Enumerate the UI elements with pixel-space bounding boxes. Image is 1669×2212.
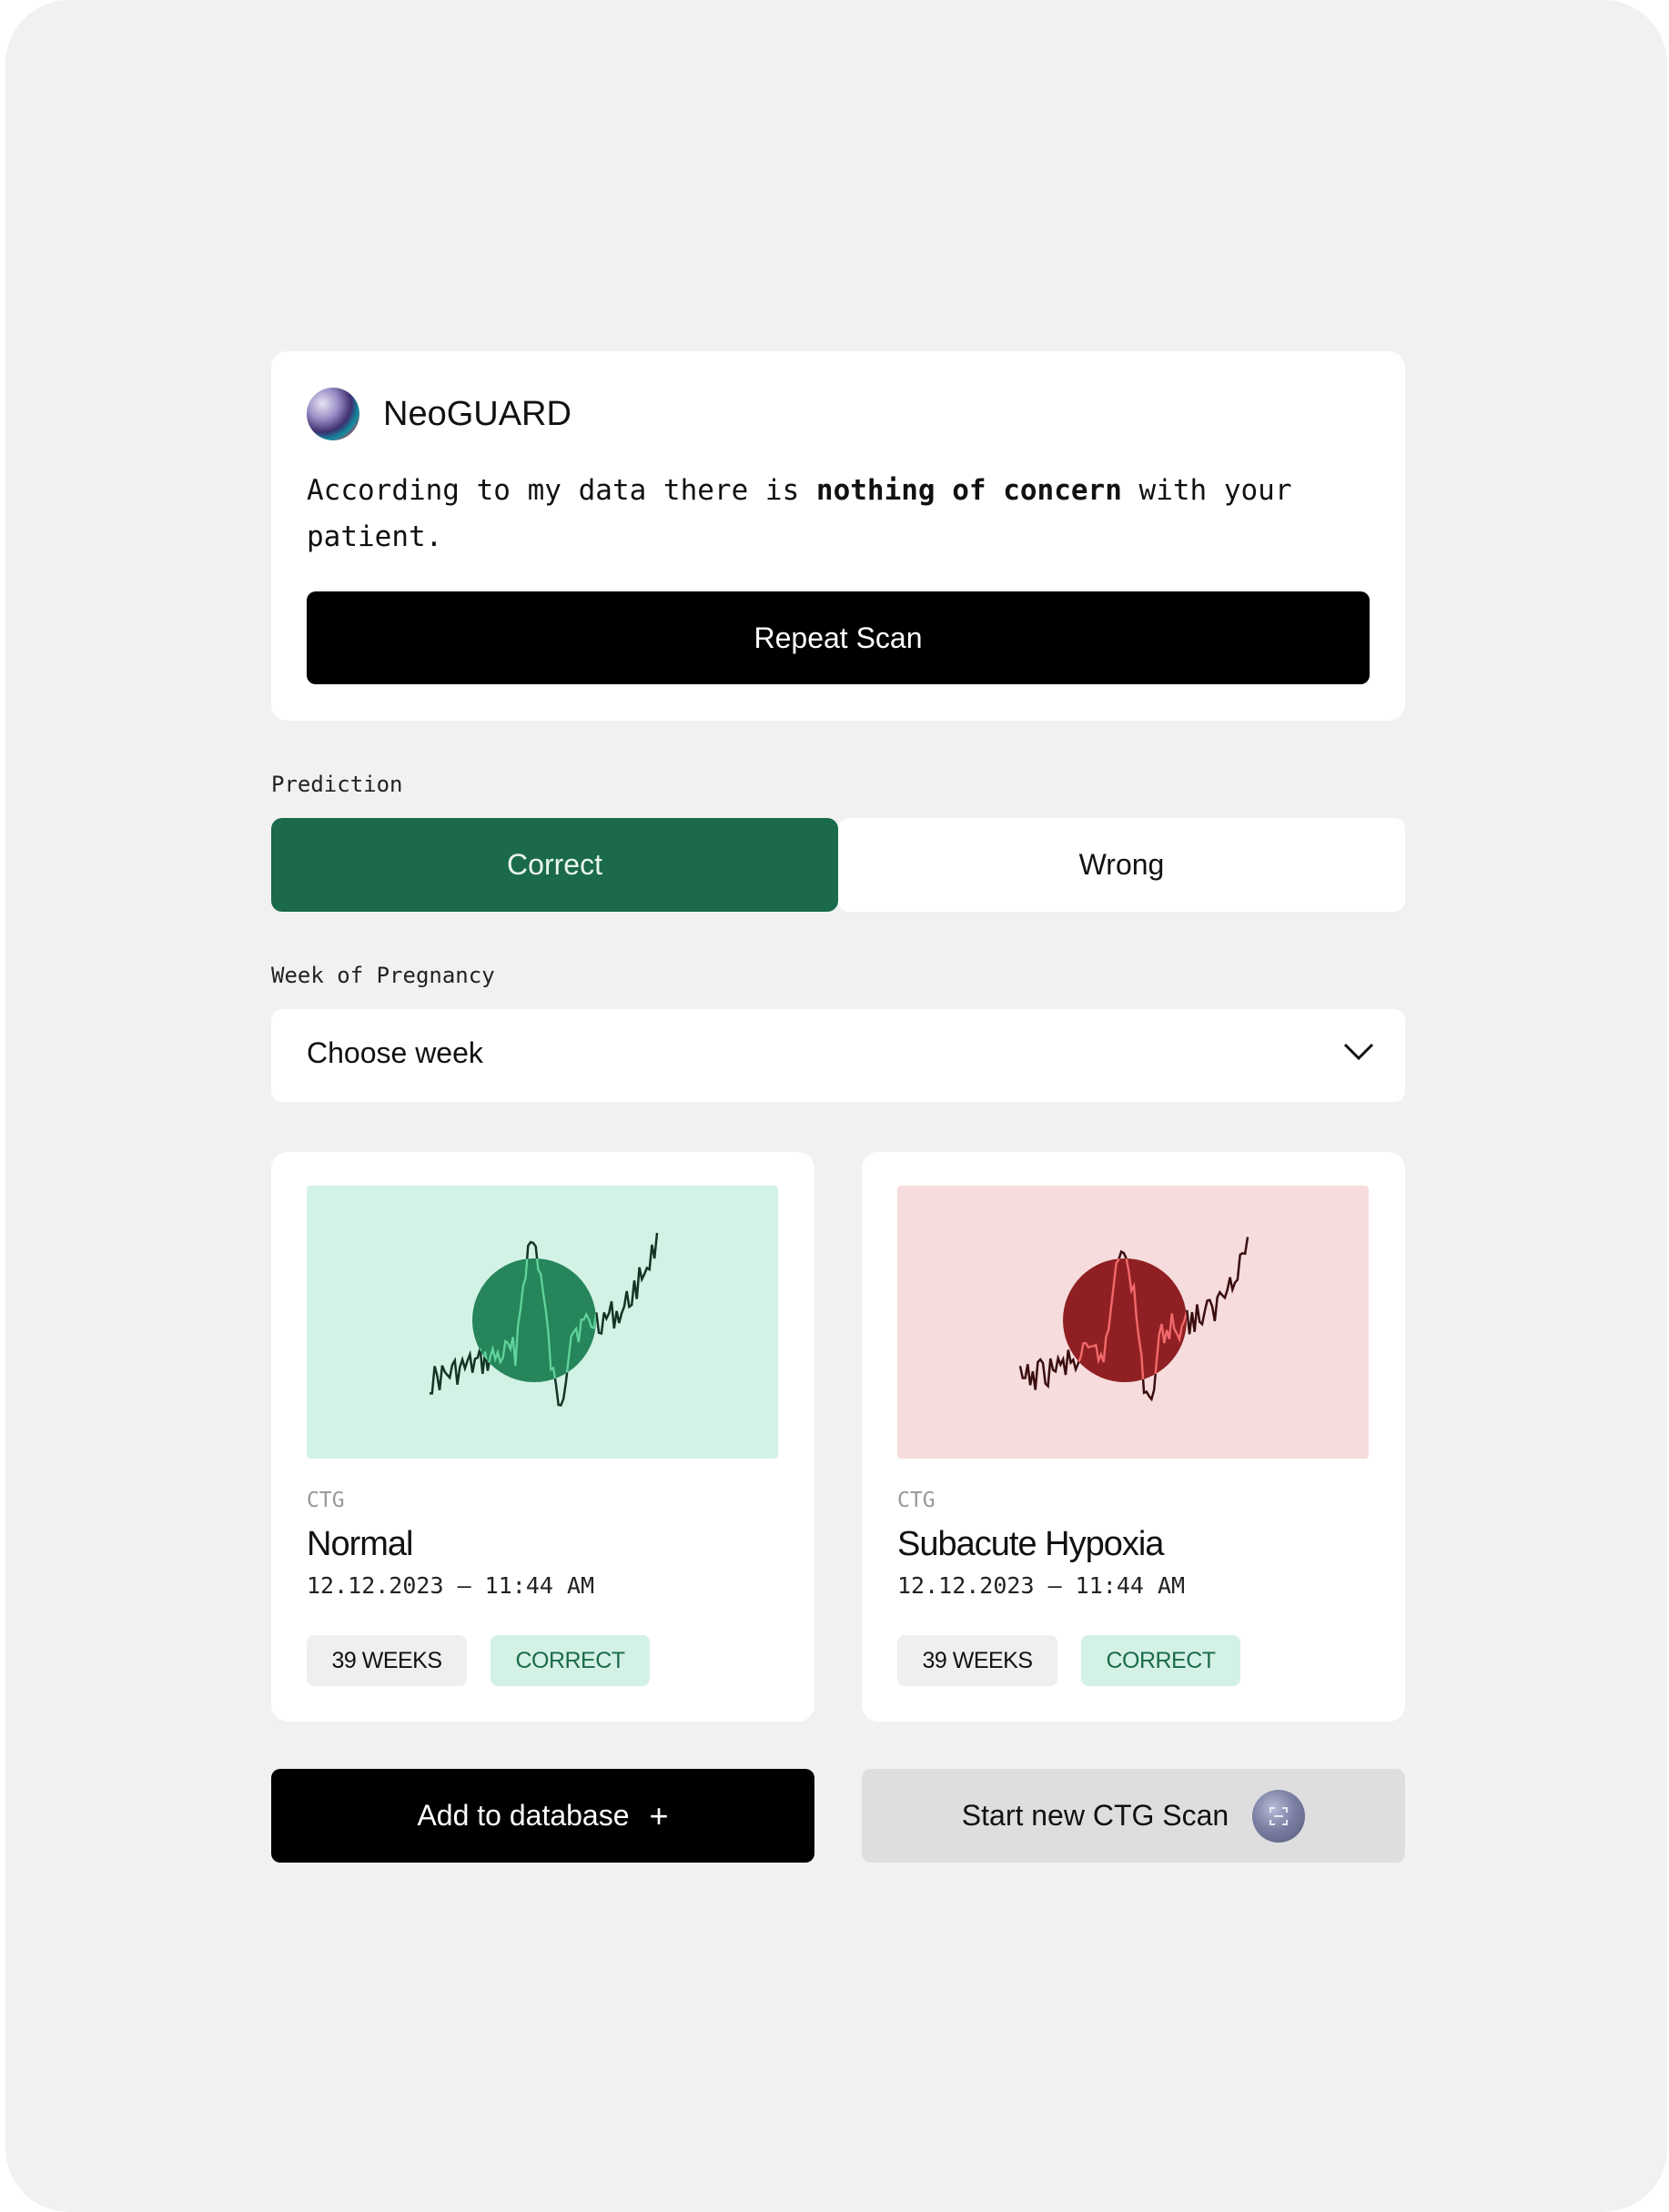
prediction-toggle: Correct Wrong [271, 818, 1405, 912]
ctg-graphic [429, 1232, 659, 1407]
device-frame [5, 0, 1667, 2212]
assistant-avatar [307, 388, 359, 440]
weeks-tag: 39 WEEKS [897, 1635, 1057, 1686]
chevron-down-icon [1343, 1043, 1374, 1061]
assistant-message: According to my data there is nothing of… [307, 468, 1381, 561]
ctg-thumbnail [307, 1186, 778, 1459]
message-emphasis: nothing of concern [815, 474, 1122, 507]
prediction-label: Prediction [271, 772, 403, 797]
assistant-header: NeoGUARD [307, 388, 572, 440]
week-label: Week of Pregnancy [271, 963, 495, 988]
scan-button-label: Start new CTG Scan [961, 1799, 1229, 1832]
ctg-circle [1063, 1258, 1187, 1382]
result-datetime: 12.12.2023 – 11:44 AM [307, 1572, 595, 1599]
weeks-tag: 39 WEEKS [307, 1635, 467, 1686]
start-ctg-scan-button[interactable]: Start new CTG Scan [862, 1769, 1405, 1863]
result-card-normal[interactable]: CTG Normal 12.12.2023 – 11:44 AM 39 WEEK… [271, 1152, 814, 1722]
result-card-hypoxia[interactable]: CTG Subacute Hypoxia 12.12.2023 – 11:44 … [862, 1152, 1405, 1722]
ctg-graphic [1018, 1237, 1249, 1402]
assistant-card: NeoGUARD According to my data there is n… [271, 351, 1405, 721]
prediction-correct-option[interactable]: Correct [271, 818, 838, 912]
prediction-wrong-option[interactable]: Wrong [838, 818, 1405, 912]
message-text: According to my data there is [307, 474, 816, 507]
add-button-label: Add to database [417, 1799, 630, 1832]
week-select-value: Choose week [307, 1036, 483, 1069]
result-type-label: CTG [897, 1489, 936, 1512]
assistant-name: NeoGUARD [383, 394, 572, 433]
status-tag: CORRECT [1081, 1635, 1240, 1686]
status-tag: CORRECT [491, 1635, 650, 1686]
scan-frame-icon [1269, 1806, 1289, 1825]
add-to-database-button[interactable]: Add to database + [271, 1769, 814, 1863]
plus-icon: + [649, 1796, 669, 1834]
result-title: Subacute Hypoxia [897, 1525, 1164, 1563]
scan-icon [1252, 1789, 1306, 1843]
ctg-circle [472, 1258, 596, 1382]
result-title: Normal [307, 1525, 413, 1563]
result-type-label: CTG [307, 1489, 345, 1512]
week-select[interactable]: Choose week [271, 1009, 1405, 1102]
ctg-thumbnail [897, 1186, 1369, 1459]
repeat-scan-button[interactable]: Repeat Scan [307, 591, 1370, 684]
result-datetime: 12.12.2023 – 11:44 AM [897, 1572, 1186, 1599]
